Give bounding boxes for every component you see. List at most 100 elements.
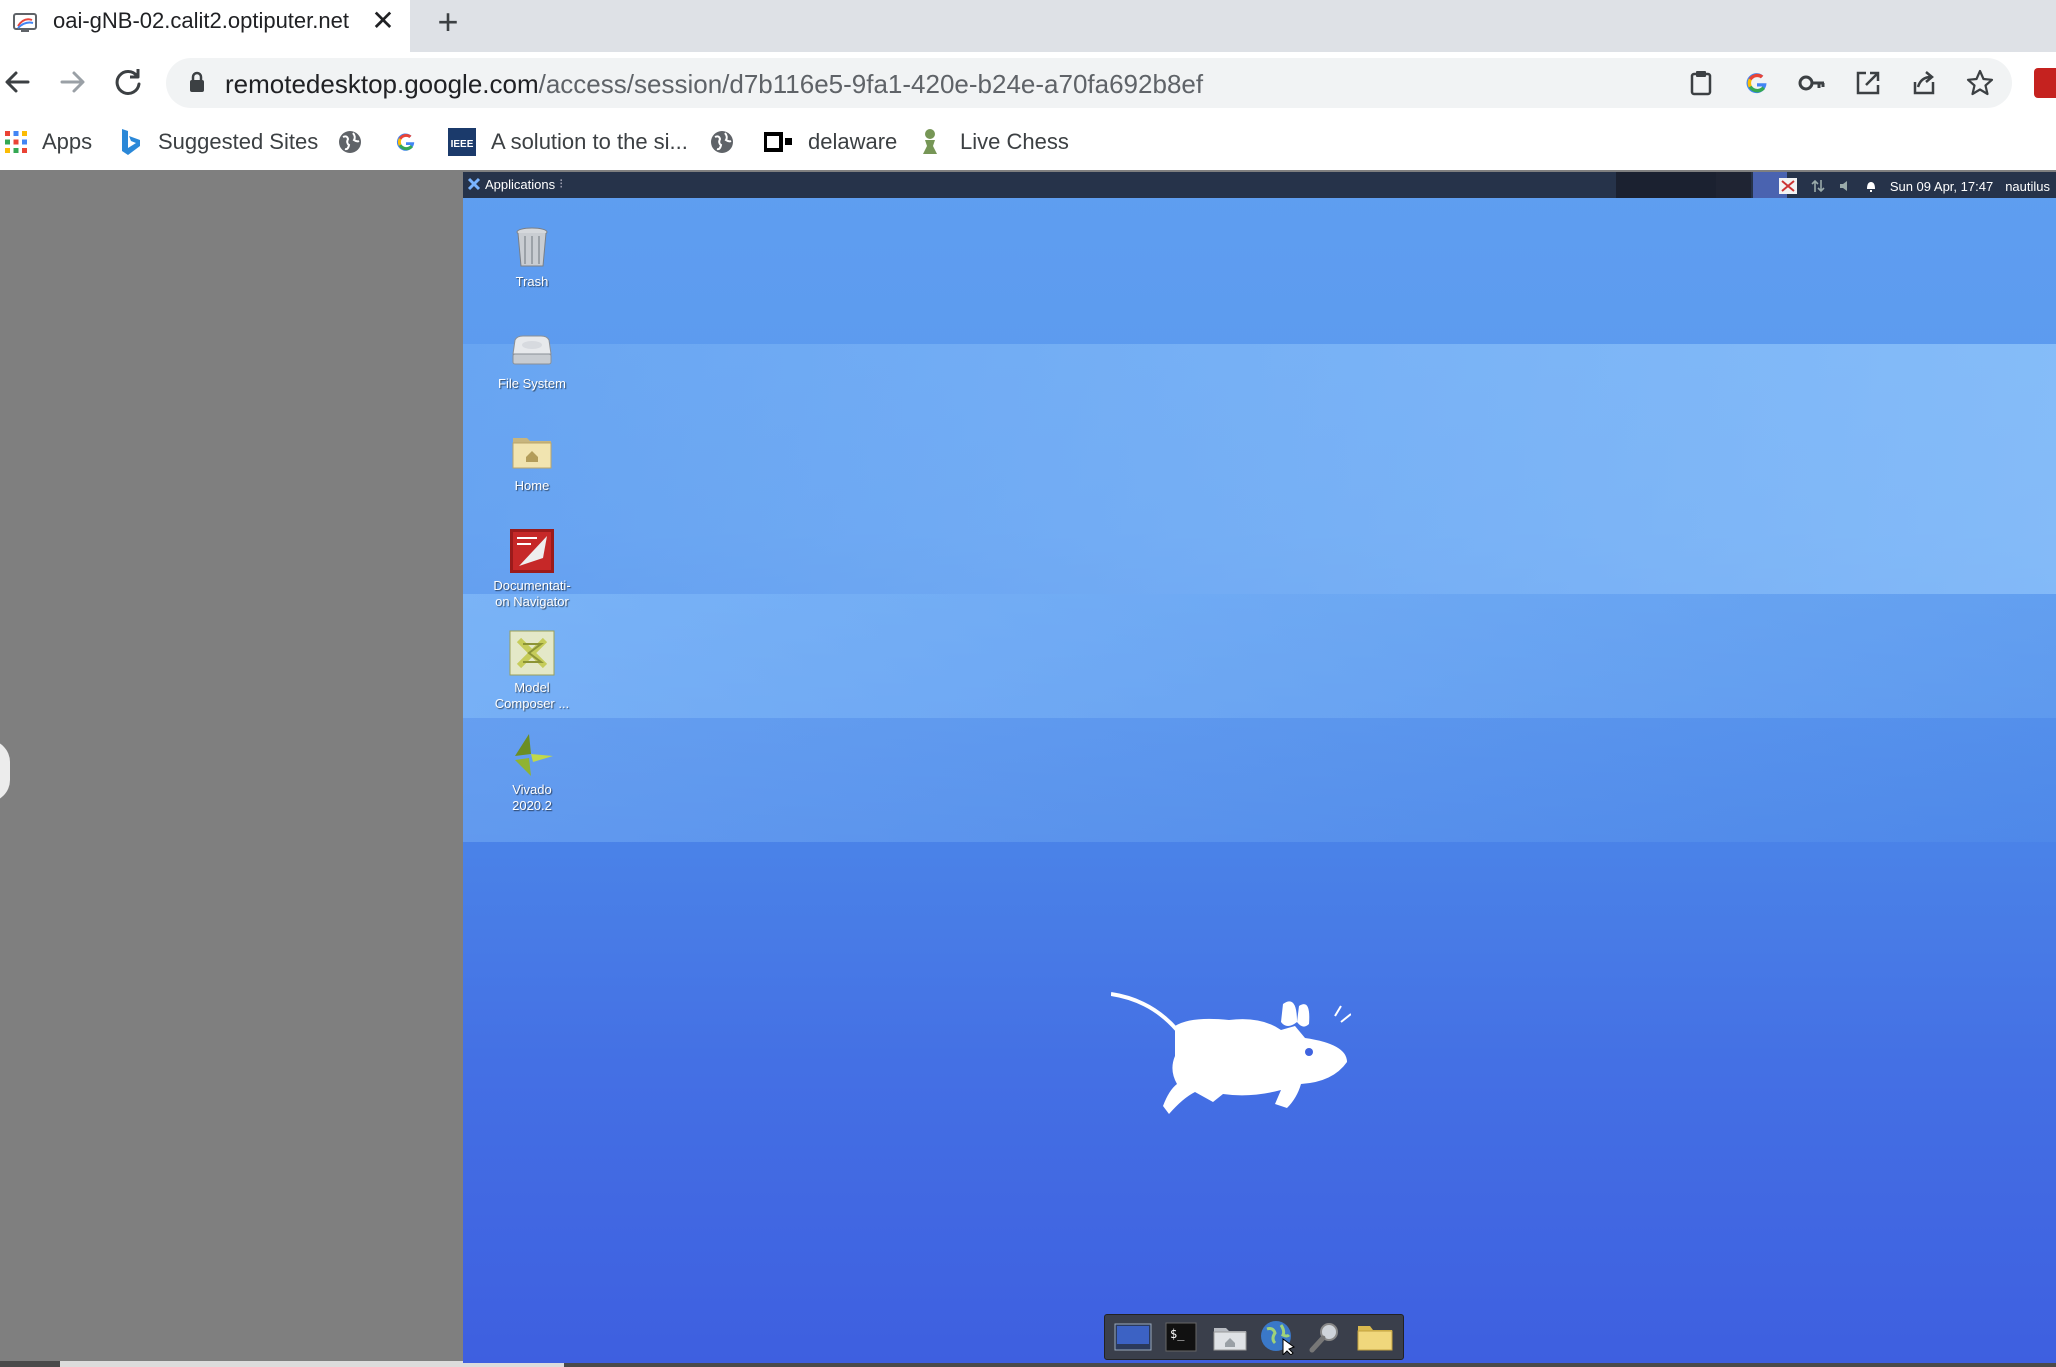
bookmark-label: Live Chess [960, 129, 1069, 154]
desktop-icon-vivado[interactable]: Vivado 2020.2 [477, 732, 587, 814]
search-icon [1309, 1323, 1339, 1353]
bookmark-globe-1[interactable] [337, 124, 363, 160]
tab-title: oai-gNB-02.calit2.optiputer.net [53, 8, 349, 33]
desktop-icon-file-system[interactable]: File System [477, 326, 587, 392]
globe-icon [711, 131, 733, 153]
adobe-pdf-extension-icon[interactable] [2034, 68, 2056, 98]
wallpaper-band [463, 718, 2056, 842]
web-browser-icon [1261, 1321, 1296, 1355]
dock-terminal[interactable]: $_ [1160, 1318, 1202, 1356]
xfce-mouse-logo [1111, 992, 1351, 1114]
side-panel-handle[interactable] [0, 740, 10, 802]
dock-folder[interactable] [1354, 1318, 1396, 1356]
menu-separator: ⁝ [559, 176, 564, 191]
reload-button[interactable] [108, 62, 148, 102]
network-icon[interactable] [1810, 178, 1826, 194]
remote-desktop-favicon-icon [13, 13, 37, 32]
panel-window-buttons[interactable] [1616, 172, 1716, 198]
folder-icon [1357, 1326, 1393, 1351]
label-line: 2020.2 [512, 798, 552, 813]
bookmark-ieee[interactable]: IEEE A solution to the si... [448, 124, 688, 160]
desktop-icon-label: Home [514, 478, 550, 493]
browser-toolbar: remotedesktop.google.com/access/session/… [0, 52, 2056, 114]
applications-menu[interactable]: Applications ⁝ [467, 176, 563, 192]
bookmark-delaware[interactable]: delaware [764, 124, 897, 160]
globe-icon [339, 131, 361, 153]
desktop-icon-label: Vivado 2020.2 [477, 782, 587, 814]
desktop-icon-label: Model Composer ... [477, 680, 587, 712]
bookmark-label: Suggested Sites [158, 129, 319, 154]
xfce-logo-icon [467, 177, 481, 191]
desktop-icon-documentation-navigator[interactable]: Documentati-on Navigator [477, 528, 587, 610]
wallpaper-band [463, 594, 2056, 718]
home-folder-icon [1213, 1328, 1247, 1351]
home-folder-icon [512, 438, 552, 469]
google-icon[interactable] [1742, 68, 1772, 98]
lock-icon[interactable] [188, 71, 206, 93]
wallpaper-band [463, 344, 2056, 594]
bookmark-globe-2[interactable] [709, 124, 735, 160]
notification-bell-icon[interactable] [1864, 179, 1878, 193]
bookmarks-bar: Apps Suggested Sites IEEE A solution to … [0, 114, 2056, 170]
trash-icon [516, 227, 548, 267]
volume-icon[interactable] [1838, 179, 1852, 193]
panel-clock[interactable]: Sun 09 Apr, 17:47 [1890, 179, 1993, 194]
vivado-icon [515, 734, 553, 776]
open-external-icon[interactable] [1853, 68, 1883, 98]
desktop-icon-label: File System [498, 376, 566, 391]
panel-tray: Sun 09 Apr, 17:47 nautilus [1778, 177, 2050, 195]
bookmark-apps[interactable]: Apps [4, 124, 92, 160]
bing-icon [122, 129, 140, 155]
label-line: Vivado [512, 782, 552, 797]
xfce-top-panel: Applications ⁝ Sun 09 Apr, 17:47 nautilu… [463, 172, 2056, 198]
dock-show-desktop[interactable] [1112, 1318, 1154, 1356]
drive-icon [512, 335, 552, 365]
bookmark-label: Apps [42, 129, 93, 154]
share-icon[interactable] [1909, 68, 1939, 98]
label-line: on Navigator [495, 594, 569, 609]
model-composer-icon [509, 630, 555, 676]
bookmark-suggested-sites[interactable]: Suggested Sites [120, 124, 318, 160]
bookmark-label: delaware [808, 129, 898, 154]
browser-tab[interactable]: oai-gNB-02.calit2.optiputer.net ✕ [0, 0, 410, 52]
dock-search[interactable] [1305, 1318, 1347, 1356]
bookmark-label: A solution to the si... [491, 129, 688, 154]
desktop-icon-home[interactable]: Home [477, 428, 587, 494]
show-desktop-icon [1114, 1323, 1152, 1351]
svg-text:IEEE: IEEE [451, 139, 474, 150]
xfce-dock: $_ [1104, 1314, 1404, 1360]
desktop-icon-label: Trash [515, 274, 549, 289]
dock-home-folder[interactable] [1209, 1318, 1251, 1356]
label-line: Composer ... [494, 696, 570, 711]
forward-button[interactable] [52, 62, 92, 102]
url-text[interactable]: remotedesktop.google.com/access/session/… [225, 69, 1203, 100]
bookmark-star-icon[interactable] [1965, 68, 1995, 98]
key-icon[interactable] [1797, 68, 1827, 98]
tab-strip: oai-gNB-02.calit2.optiputer.net ✕ + [0, 0, 2056, 52]
ieee-icon: IEEE [448, 128, 476, 156]
dock-web-browser[interactable] [1257, 1318, 1299, 1356]
chess-pawn-icon [923, 129, 937, 154]
new-tab-button[interactable]: + [430, 4, 466, 40]
workspace-1[interactable] [1716, 172, 1751, 198]
google-icon [396, 133, 415, 151]
svg-text:$_: $_ [1170, 1327, 1185, 1341]
documentation-navigator-icon [510, 529, 554, 573]
clipboard-icon[interactable] [1686, 68, 1716, 98]
label-line: Documentati- [493, 578, 571, 593]
bookmark-google[interactable] [393, 124, 419, 160]
panel-user[interactable]: nautilus [2005, 179, 2050, 194]
desktop-icon-label: Documentati-on Navigator [477, 578, 587, 610]
applications-label: Applications [485, 176, 556, 192]
remote-desktop-view[interactable]: Applications ⁝ Sun 09 Apr, 17:47 nautilu… [463, 172, 2056, 1363]
desktop-icon-model-composer[interactable]: Model Composer ... [477, 630, 587, 712]
label-line: Model [514, 680, 550, 695]
url-path: /access/session/d7b116e5-9fa1-420e-b24e-… [538, 69, 1204, 99]
address-bar[interactable]: remotedesktop.google.com/access/session/… [166, 58, 2012, 108]
close-tab-icon[interactable]: ✕ [368, 6, 398, 36]
url-host: remotedesktop.google.com [225, 69, 539, 99]
update-notifier-icon[interactable] [1778, 177, 1798, 195]
bookmark-live-chess[interactable]: Live Chess [918, 124, 1069, 160]
desktop-icon-trash[interactable]: Trash [477, 224, 587, 290]
back-button[interactable] [0, 62, 40, 102]
